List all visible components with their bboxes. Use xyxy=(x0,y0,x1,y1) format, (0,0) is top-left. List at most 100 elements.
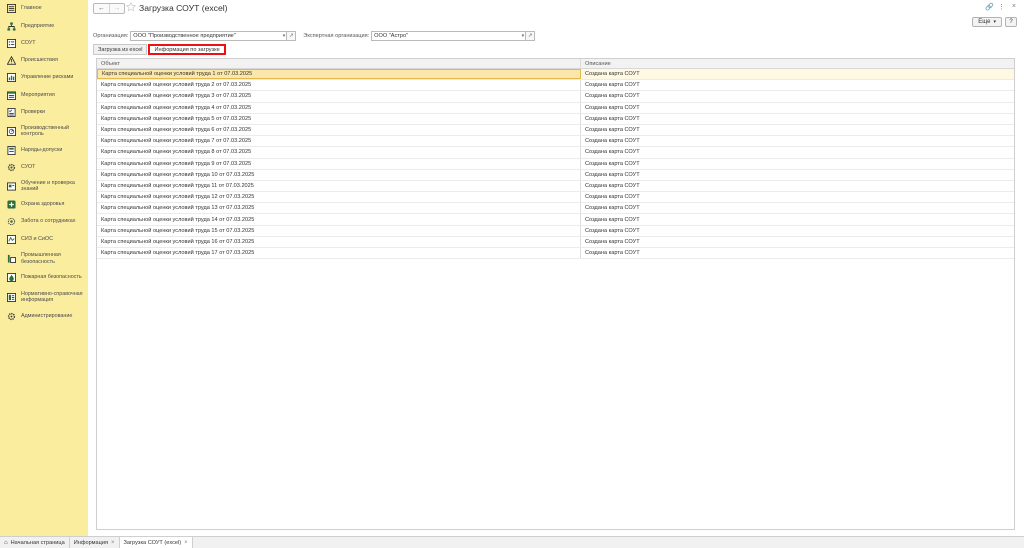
forward-button[interactable]: → xyxy=(109,4,124,13)
expert-org-label: Экспертная организация: xyxy=(303,32,370,39)
task-label: Загрузка СОУТ (excel) xyxy=(123,539,182,546)
table-row[interactable]: Карта специальной оценки условий труда 3… xyxy=(97,91,1014,103)
control-icon xyxy=(7,126,16,136)
sidebar-item-industrial[interactable]: Промышленная безопасность xyxy=(0,248,88,269)
sidebar-item-label: Наряды-допуски xyxy=(21,146,63,153)
table-row[interactable]: Карта специальной оценки условий труда 1… xyxy=(97,248,1014,260)
table-row[interactable]: Карта специальной оценки условий труда 6… xyxy=(97,124,1014,137)
task-info[interactable]: Информация × xyxy=(70,537,120,548)
more-button[interactable]: Еще ▾ xyxy=(972,17,1002,27)
sidebar-item-sout[interactable]: СОУТ xyxy=(0,35,88,52)
organization-field[interactable]: ООО "Производственное предприятие" ▾ xyxy=(130,30,288,41)
gear-icon xyxy=(7,163,16,172)
cell-description: Создана карта СОУТ xyxy=(585,160,640,167)
close-icon[interactable]: × xyxy=(1012,3,1016,10)
sidebar-item-label: Главное xyxy=(21,5,42,12)
sidebar-item-label: СИЗ и СиОС xyxy=(21,235,54,242)
document-list-icon xyxy=(7,39,16,48)
table-row[interactable]: Карта специальной оценки условий труда 9… xyxy=(97,158,1014,170)
chart-icon xyxy=(7,73,16,82)
sidebar-item-ppe[interactable]: СИЗ и СиОС xyxy=(0,230,88,248)
sidebar-item-label: Производственный контроль xyxy=(21,124,69,137)
sidebar-item-suot[interactable]: СУОТ xyxy=(0,159,88,176)
table-header: Объект Описание xyxy=(97,59,1014,69)
sidebar: Главное Предприятие СОУТ Происшествия Уп… xyxy=(0,0,88,536)
table-row[interactable]: Карта специальной оценки условий труда 8… xyxy=(97,147,1014,159)
favorite-star-icon[interactable] xyxy=(126,2,136,12)
organization-value: ООО "Производственное предприятие" xyxy=(133,32,236,39)
column-header-description[interactable]: Описание xyxy=(581,59,1014,68)
arrow-left-icon: ← xyxy=(98,5,105,12)
sidebar-item-health[interactable]: Охрана здоровья xyxy=(0,196,88,213)
sidebar-item-enterprise[interactable]: Предприятие xyxy=(0,17,88,35)
table-row[interactable]: Карта специальной оценки условий труда 4… xyxy=(97,102,1014,114)
link-icon[interactable]: 🔗 xyxy=(985,3,994,11)
help-button[interactable]: ? xyxy=(1005,17,1017,27)
column-header-object[interactable]: Объект xyxy=(97,59,581,68)
sidebar-item-label: Мероприятия xyxy=(21,91,55,98)
cell-object: Карта специальной оценки условий труда 8… xyxy=(97,147,581,158)
cell-description: Создана карта СОУТ xyxy=(585,194,640,201)
sidebar-item-checks[interactable]: Проверки xyxy=(0,104,88,121)
sidebar-item-admin[interactable]: Администрирование xyxy=(0,308,88,325)
table-row[interactable]: Карта специальной оценки условий труда 1… xyxy=(97,214,1014,226)
ppe-icon xyxy=(7,234,16,244)
table-row[interactable]: Карта специальной оценки условий труда 1… xyxy=(97,236,1014,248)
tab-upload-info[interactable]: Информация по загрузке xyxy=(148,44,226,55)
table-row[interactable]: Карта специальной оценки условий труда 7… xyxy=(97,136,1014,148)
chevron-down-icon[interactable]: ▾ xyxy=(283,32,286,40)
cell-description: Создана карта СОУТ xyxy=(585,115,640,122)
sidebar-item-risk[interactable]: Управление рисками xyxy=(0,69,88,86)
cell-description: Создана карта СОУТ xyxy=(585,238,640,245)
cell-object: Карта специальной оценки условий труда 1… xyxy=(97,214,581,225)
sidebar-item-reference[interactable]: Нормативно-справочная информация xyxy=(0,286,88,308)
expert-org-field[interactable]: ООО "Астро" ▾ xyxy=(371,30,527,41)
sidebar-item-incidents[interactable]: Происшествия xyxy=(0,52,88,69)
warning-triangle-icon xyxy=(7,56,16,65)
table-row[interactable]: Карта специальной оценки условий труда 5… xyxy=(97,113,1014,125)
table-row[interactable]: Карта специальной оценки условий труда 2… xyxy=(97,80,1014,92)
cell-object: Карта специальной оценки условий труда 1… xyxy=(97,203,581,214)
sidebar-item-label: Происшествия xyxy=(21,57,58,64)
open-expert-org-button[interactable]: ↗ xyxy=(526,30,536,41)
cell-description: Создана карта СОУТ xyxy=(585,250,640,257)
tab-excel-upload[interactable]: Загрузка из excel xyxy=(93,44,148,55)
close-icon[interactable]: × xyxy=(184,540,188,546)
header: ← → Загрузка СОУТ (excel) 🔗 ⋮ × xyxy=(88,0,1024,17)
chevron-down-icon[interactable]: ▾ xyxy=(522,32,525,40)
health-icon xyxy=(7,200,16,209)
table-row[interactable]: Карта специальной оценки условий труда 1… xyxy=(97,203,1014,215)
sidebar-item-label: Администрирование xyxy=(21,313,73,320)
cell-object: Карта специальной оценки условий труда 1… xyxy=(97,192,581,203)
sidebar-item-fire[interactable]: Пожарная безопасность xyxy=(0,269,88,286)
more-button-label: Еще xyxy=(978,19,991,25)
sidebar-item-label: СОУТ xyxy=(21,40,36,47)
more-vertical-icon[interactable]: ⋮ xyxy=(998,3,1005,11)
cell-object: Карта специальной оценки условий труда 7… xyxy=(97,136,581,147)
table-row[interactable]: Карта специальной оценки условий труда 1… xyxy=(97,180,1014,193)
sidebar-item-care[interactable]: Забота о сотрудниках xyxy=(0,213,88,230)
sidebar-item-education[interactable]: Обучение и проверка знаний xyxy=(0,176,88,196)
cell-description: Создана карта СОУТ xyxy=(585,205,640,212)
task-home[interactable]: ⌂ Начальная страница xyxy=(0,537,70,548)
table-row[interactable]: Карта специальной оценки условий труда 1… xyxy=(97,225,1014,237)
table-row[interactable]: Карта специальной оценки условий труда 1… xyxy=(97,169,1014,181)
open-organization-button[interactable]: ↗ xyxy=(287,30,297,41)
cell-description: Создана карта СОУТ xyxy=(585,227,640,234)
table-row[interactable]: Карта специальной оценки условий труда 1… xyxy=(97,192,1014,204)
sidebar-item-measures[interactable]: Мероприятия xyxy=(0,86,88,104)
cell-description: Создана карта СОУТ xyxy=(585,71,640,78)
cell-description: Создана карта СОУТ xyxy=(585,182,640,189)
cell-description: Создана карта СОУТ xyxy=(585,82,640,89)
sidebar-item-permits[interactable]: Наряды-допуски xyxy=(0,141,88,159)
close-icon[interactable]: × xyxy=(111,540,115,546)
sidebar-item-prod-control[interactable]: Производственный контроль xyxy=(0,121,88,141)
organization-label: Организация: xyxy=(93,32,129,39)
task-sout-upload[interactable]: Загрузка СОУТ (excel) × xyxy=(119,537,193,548)
task-label: Информация xyxy=(73,539,108,546)
open-link-icon: ↗ xyxy=(527,32,533,39)
table-row[interactable]: Карта специальной оценки условий труда 1… xyxy=(97,69,1014,81)
sidebar-item-label: Нормативно-справочная информация xyxy=(21,290,83,303)
sidebar-item-main[interactable]: Главное xyxy=(0,0,88,17)
back-button[interactable]: ← xyxy=(94,4,109,13)
